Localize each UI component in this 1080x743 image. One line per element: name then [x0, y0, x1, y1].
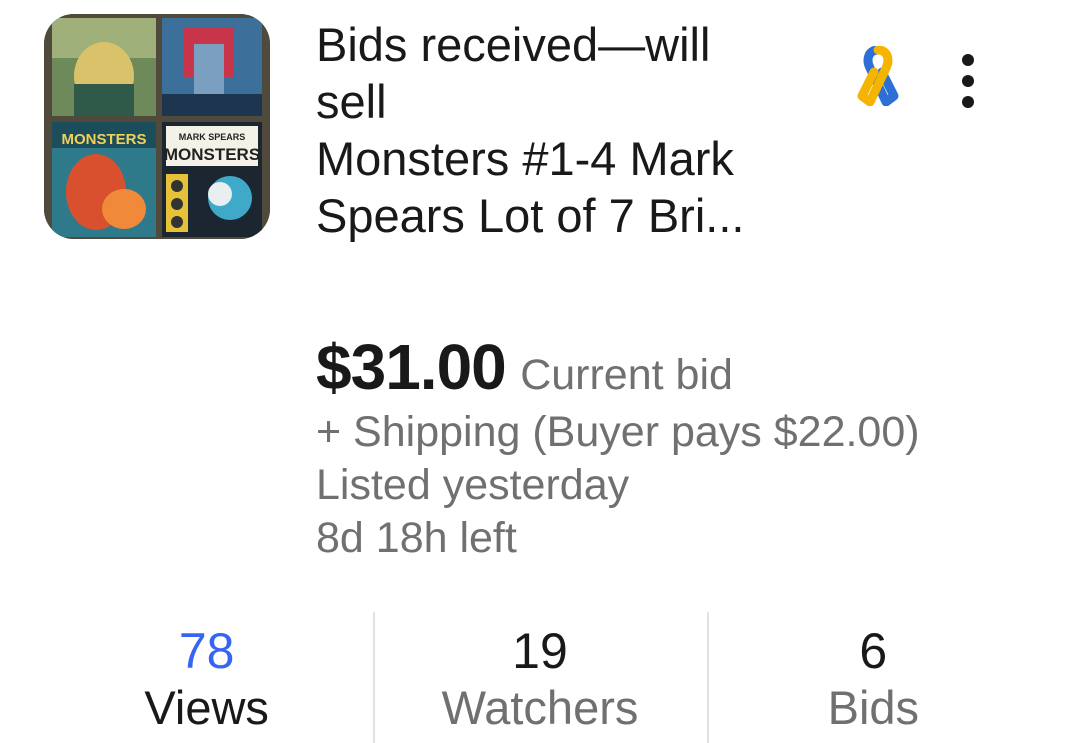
- listing-title[interactable]: Bids received—will sell Monsters #1-4 Ma…: [316, 16, 836, 244]
- more-vertical-icon: [962, 96, 974, 108]
- bids-label: Bids: [827, 681, 920, 734]
- listing-stats: 78 Views 19 Watchers 6 Bids: [40, 610, 1040, 743]
- more-vertical-icon: [962, 54, 974, 66]
- cover-title-text-2: MONSTERS: [164, 145, 260, 164]
- stat-bids: 6 Bids: [706, 610, 1040, 743]
- title-line: Monsters #1-4 Mark: [316, 132, 734, 185]
- current-price: $31.00: [316, 331, 507, 403]
- more-vertical-icon: [962, 75, 974, 87]
- time-left: 8d 18h left: [316, 514, 517, 562]
- cover-title-text: MONSTERS: [61, 131, 146, 148]
- views-label: Views: [144, 681, 269, 734]
- listing-thumbnail[interactable]: MONSTERS MARK SPEARS MONSTERS: [44, 14, 270, 239]
- stat-views[interactable]: 78 Views: [40, 610, 373, 743]
- awareness-ribbon-icon: [856, 45, 900, 107]
- watchers-count: 19: [512, 623, 568, 679]
- price-row: $31.00 Current bid: [316, 330, 733, 404]
- cover-author-text: MARK SPEARS: [179, 132, 246, 142]
- shipping-info: + Shipping (Buyer pays $22.00): [316, 408, 920, 456]
- comic-collage-image: MONSTERS MARK SPEARS MONSTERS: [44, 14, 270, 239]
- watchers-label: Watchers: [441, 681, 639, 734]
- stat-watchers: 19 Watchers: [373, 610, 706, 743]
- more-options-button[interactable]: [944, 50, 992, 112]
- title-line: Spears Lot of 7 Bri...: [316, 189, 745, 242]
- title-line: sell: [316, 75, 387, 128]
- price-label: Current bid: [520, 351, 733, 399]
- listed-date: Listed yesterday: [316, 461, 630, 509]
- listing-card[interactable]: MONSTERS MARK SPEARS MONSTERS Bids recei…: [0, 0, 1080, 743]
- views-count: 78: [178, 623, 235, 679]
- bids-count: 6: [859, 623, 888, 679]
- title-line: Bids received—will: [316, 18, 711, 71]
